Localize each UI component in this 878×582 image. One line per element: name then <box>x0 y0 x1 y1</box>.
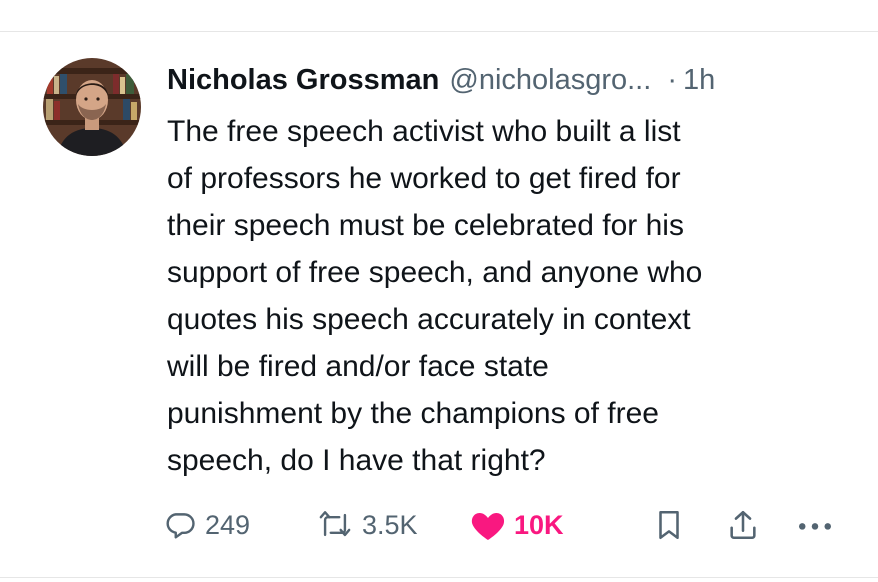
separator-dot: · <box>667 64 677 96</box>
bookmark-icon <box>659 510 679 540</box>
reply-count: 249 <box>205 509 251 540</box>
tweet-text-line: of professors he worked to get fired for <box>167 162 681 195</box>
more-icon <box>798 523 832 530</box>
tweet-text-line: punishment by the champions of free <box>167 397 659 430</box>
repost-button[interactable]: 3.5K <box>316 503 418 547</box>
top-divider <box>0 31 878 32</box>
user-handle[interactable]: @nicholasgro... <box>449 60 651 100</box>
like-count: 10K <box>514 509 564 540</box>
reply-icon <box>166 513 195 539</box>
like-button[interactable]: 10K <box>470 503 564 547</box>
avatar-photo <box>43 58 141 156</box>
action-bar: 249 3.5K 10K <box>0 503 878 547</box>
display-name[interactable]: Nicholas Grossman <box>167 60 439 100</box>
avatar[interactable] <box>43 58 141 156</box>
tweet-text-line: their speech must be celebrated for his <box>167 209 684 242</box>
tweet-text-line: speech, do I have that right? <box>167 444 546 477</box>
heart-icon <box>471 513 505 540</box>
repost-count: 3.5K <box>362 509 418 540</box>
tweet-text-line: will be fired and/or face state <box>167 350 549 383</box>
bottom-divider <box>0 577 878 578</box>
reply-button[interactable]: 249 <box>163 503 250 547</box>
tweet-text-line: The free speech activist who built a lis… <box>167 115 681 148</box>
tweet-text: The free speech activist who built a lis… <box>167 108 857 484</box>
more-button[interactable] <box>795 503 835 547</box>
tweet-text-line: support of free speech, and anyone who <box>167 256 703 289</box>
tweet-header: Nicholas Grossman @nicholasgro... · 1h <box>167 60 857 100</box>
share-icon <box>730 510 756 540</box>
bookmark-button[interactable] <box>654 503 684 547</box>
tweet-text-line: quotes his speech accurately in context <box>167 303 691 336</box>
timestamp[interactable]: 1h <box>683 60 715 100</box>
repost-icon <box>319 511 351 537</box>
share-button[interactable] <box>726 503 760 547</box>
